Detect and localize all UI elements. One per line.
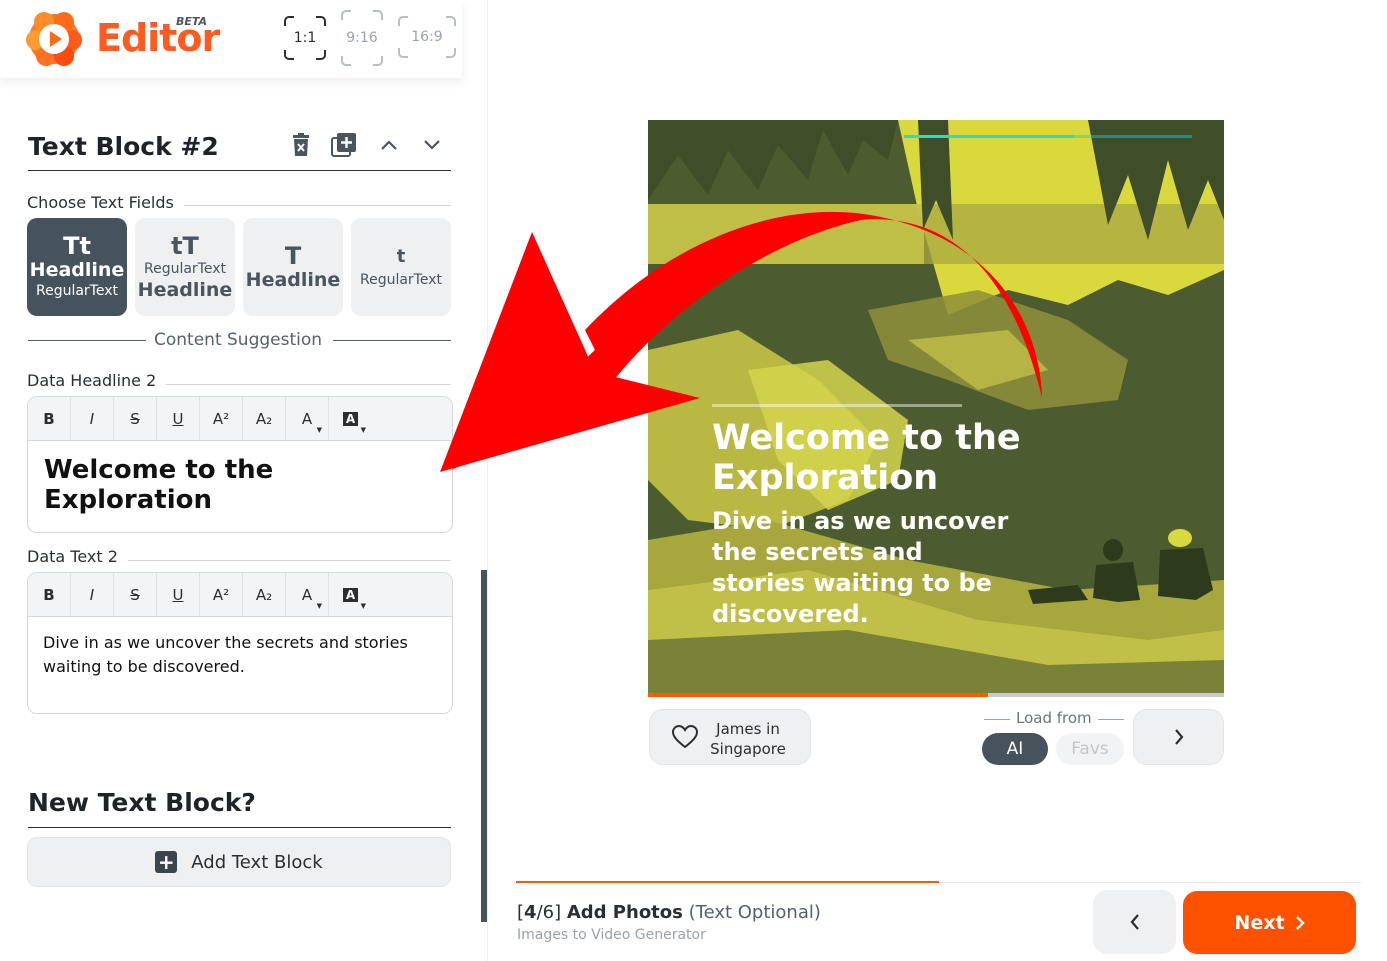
strikethrough-button[interactable]: S: [114, 397, 157, 440]
load-from-favs-button[interactable]: Favs: [1056, 733, 1124, 765]
next-button[interactable]: Next: [1183, 891, 1356, 954]
editor-logo-icon: [26, 12, 82, 66]
content-suggestion-rule-right: [333, 340, 451, 341]
editor-sidebar: Editor BETA 1:1 9:16 16:9 Text Block #2: [0, 0, 488, 961]
data-headline-label: Data Headline 2: [27, 371, 167, 390]
new-text-block-header: New Text Block?: [28, 786, 451, 828]
preview-headline: Welcome to the Exploration: [712, 418, 1021, 498]
italic-button[interactable]: I: [71, 573, 114, 616]
text-input[interactable]: Dive in as we uncover the secrets and st…: [28, 617, 452, 713]
new-text-block-title: New Text Block?: [28, 788, 256, 817]
underline-button[interactable]: U: [157, 397, 200, 440]
add-text-block-label: Add Text Block: [191, 851, 323, 873]
delete-icon[interactable]: [288, 132, 314, 158]
aspect-ratio-label: 9:16: [346, 30, 378, 46]
photo-credit: James in Singapore: [706, 719, 790, 759]
field-option-line2: RegularText: [35, 283, 118, 299]
font-color-icon: A: [301, 409, 313, 428]
field-option-line1: RegularText: [359, 272, 442, 288]
field-option-regular-only[interactable]: t RegularText: [351, 218, 451, 316]
beta-badge: BETA: [176, 15, 208, 28]
font-color-button[interactable]: A ▼: [286, 397, 329, 440]
chevron-left-icon: [1130, 914, 1139, 930]
strikethrough-button[interactable]: S: [114, 573, 157, 616]
video-preview[interactable]: Welcome to the Exploration Dive in as we…: [648, 120, 1224, 697]
field-option-headline-regular[interactable]: Tt Headline RegularText: [27, 218, 127, 316]
aspect-ratio-1-1-button[interactable]: 1:1: [284, 16, 326, 60]
aspect-ratio-9-16-button[interactable]: 9:16: [341, 10, 383, 66]
photo-credit-line2: Singapore: [710, 740, 786, 758]
photo-credit-line1: James in: [716, 720, 780, 738]
highlight-color-icon: A: [342, 587, 359, 602]
chevron-right-icon: [1295, 915, 1305, 930]
load-from-ai-button[interactable]: AI: [982, 733, 1048, 765]
logo-bar: Editor BETA 1:1 9:16 16:9: [0, 0, 462, 78]
heart-icon: [672, 725, 698, 749]
step-title: Add Photos: [566, 902, 683, 923]
field-option-line1: RegularText: [143, 261, 226, 277]
formatting-toolbar: B I S U A² A₂ A ▼ A ▼: [28, 573, 452, 617]
formatting-toolbar: B I S U A² A₂ A ▼ A ▼: [28, 397, 452, 441]
next-button-label: Next: [1234, 911, 1285, 934]
duplicate-icon[interactable]: [331, 132, 357, 158]
highlight-color-icon: A: [342, 411, 359, 426]
headline-editor: B I S U A² A₂ A ▼ A ▼ Welcome to the Explo…: [27, 396, 453, 533]
field-option-line2: Headline: [137, 279, 233, 301]
preview-divider: [712, 404, 962, 407]
preview-progress-fill: [648, 693, 988, 697]
wizard-progress: [516, 881, 939, 883]
content-suggestion-rule-left: [28, 340, 146, 341]
step-optional: (Text Optional): [688, 902, 821, 923]
field-option-glyph: Tt: [63, 232, 91, 260]
superscript-button[interactable]: A²: [200, 573, 243, 616]
text-editor: B I S U A² A₂ A ▼ A ▼ Dive in as we uncove…: [27, 572, 453, 714]
highlight-color-button[interactable]: A ▼: [329, 573, 372, 616]
font-color-button[interactable]: A ▼: [286, 573, 329, 616]
field-option-glyph: t: [396, 246, 406, 267]
text-block-header: Text Block #2: [28, 128, 451, 171]
chevron-right-icon: [1174, 729, 1183, 745]
load-from-rule-right: [1098, 719, 1124, 720]
field-option-glyph: T: [284, 242, 302, 270]
move-up-icon[interactable]: [376, 132, 402, 158]
underline-button[interactable]: U: [157, 573, 200, 616]
text-block-title: Text Block #2: [28, 132, 219, 161]
load-from-label: Load from: [1016, 709, 1092, 727]
field-option-line1: Headline: [29, 259, 125, 281]
sidebar-scrollbar[interactable]: [481, 570, 487, 922]
next-photo-button[interactable]: [1133, 709, 1224, 765]
step-indicator: [4/6] Add Photos (Text Optional): [517, 902, 821, 923]
subscript-button[interactable]: A₂: [243, 397, 286, 440]
move-down-icon[interactable]: [419, 132, 445, 158]
field-option-glyph: tT: [171, 232, 199, 260]
field-option-headline-only[interactable]: T Headline: [243, 218, 343, 316]
headline-input[interactable]: Welcome to the Exploration: [28, 441, 452, 532]
aspect-ratio-label: 1:1: [293, 30, 317, 46]
favorite-photo-button[interactable]: James in Singapore: [649, 709, 811, 765]
bold-button[interactable]: B: [28, 573, 71, 616]
choose-text-fields-label: Choose Text Fields: [27, 193, 184, 212]
aspect-ratio-16-9-button[interactable]: 16:9: [398, 16, 456, 58]
aspect-ratio-label: 16:9: [411, 29, 443, 45]
italic-button[interactable]: I: [71, 397, 114, 440]
preview-top-progress: [904, 135, 1074, 138]
field-option-line1: Headline: [245, 269, 341, 291]
plus-square-icon: +: [155, 851, 178, 873]
step-current: 4: [524, 902, 537, 923]
step-total: 6: [542, 902, 555, 923]
subscript-button[interactable]: A₂: [243, 573, 286, 616]
back-button[interactable]: [1093, 890, 1176, 954]
preview-text: Dive in as we uncover the secrets and st…: [712, 507, 1009, 628]
highlight-color-button[interactable]: A ▼: [329, 397, 372, 440]
field-option-regular-headline[interactable]: tT RegularText Headline: [135, 218, 235, 316]
step-subtitle: Images to Video Generator: [517, 927, 706, 943]
superscript-button[interactable]: A²: [200, 397, 243, 440]
font-color-icon: A: [301, 585, 313, 604]
add-text-block-button[interactable]: + Add Text Block: [27, 837, 451, 887]
data-text-label: Data Text 2: [27, 547, 128, 566]
bold-button[interactable]: B: [28, 397, 71, 440]
load-from-rule-left: [984, 719, 1010, 720]
content-suggestion-toggle[interactable]: Content Suggestion: [154, 330, 322, 350]
